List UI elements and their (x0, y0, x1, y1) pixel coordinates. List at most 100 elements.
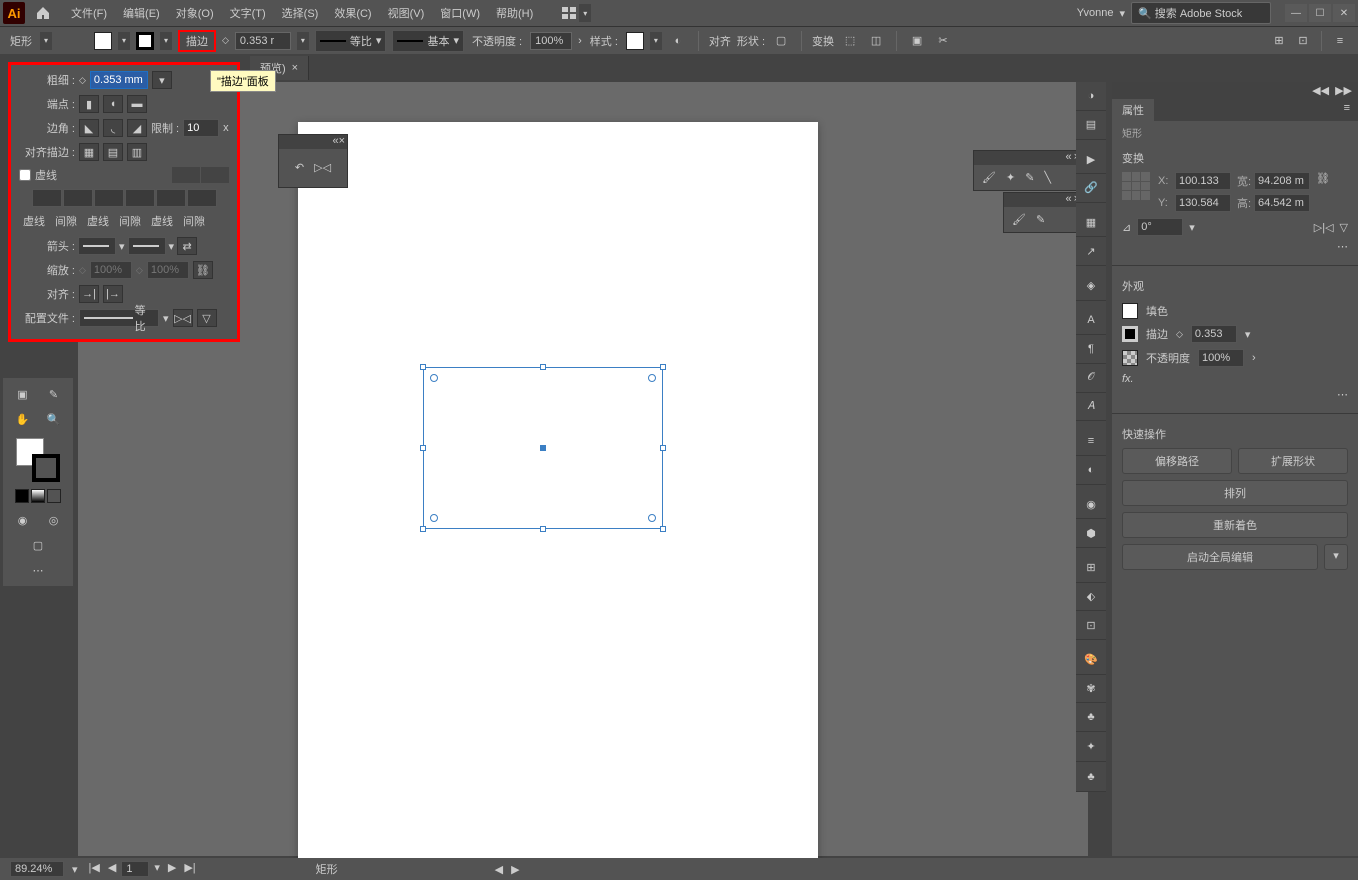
menu-effect[interactable]: 效果(C) (326, 1, 379, 25)
properties-tab[interactable]: 属性 (1112, 99, 1154, 121)
menu-help[interactable]: 帮助(H) (488, 1, 541, 25)
fill-stroke-control[interactable] (16, 438, 60, 482)
last-page[interactable]: ▶| (181, 861, 198, 877)
menu-view[interactable]: 视图(V) (380, 1, 433, 25)
collapse-icon[interactable]: « (1065, 193, 1071, 207)
line-icon[interactable]: ╲ (1044, 171, 1051, 184)
w-input[interactable] (1254, 172, 1310, 190)
arrow-end[interactable] (128, 237, 166, 255)
flip-v-icon[interactable]: ▽ (1340, 221, 1348, 234)
flip-across[interactable]: ▽ (197, 309, 217, 327)
brush-dropdown[interactable]: 基本▾ (392, 30, 464, 52)
draw-normal[interactable]: ◉ (8, 508, 38, 532)
align-center[interactable]: ▦ (79, 143, 99, 161)
dash-3[interactable] (156, 189, 186, 207)
opacity-input[interactable] (530, 32, 572, 50)
fill-swatch-prop[interactable] (1122, 303, 1138, 319)
weight-input[interactable] (90, 71, 148, 89)
tab-close-icon[interactable]: × (292, 62, 298, 74)
arrange-docs-icon[interactable] (559, 3, 579, 23)
color-panel-icon[interactable]: ◑ (1076, 82, 1106, 111)
reference-point[interactable] (1122, 172, 1150, 200)
style-swatch[interactable] (626, 32, 644, 50)
transform-label[interactable]: 变换 (812, 33, 834, 49)
stroke-label[interactable]: 描边 (1146, 326, 1168, 342)
stroke-link[interactable]: 描边 (178, 30, 216, 52)
arrange-dropdown[interactable]: ▾ (579, 4, 591, 22)
opentype-icon[interactable]: 𝒪 (1076, 364, 1106, 393)
color-guide-icon[interactable]: ▤ (1076, 111, 1106, 140)
h-input[interactable] (1254, 194, 1310, 212)
color-mode-solid[interactable] (15, 489, 29, 503)
links-icon[interactable]: 🔗 (1076, 174, 1106, 203)
align-outside[interactable]: ▥ (127, 143, 147, 161)
stroke-dropdown[interactable]: ▾ (160, 32, 172, 50)
flip-h-icon[interactable]: ▷|◁ (1314, 221, 1334, 234)
gradient-icon[interactable]: ▦ (1076, 209, 1106, 238)
stroke-swatch-prop[interactable] (1122, 326, 1138, 342)
offset-path-button[interactable]: 偏移路径 (1122, 448, 1232, 474)
type-icon[interactable]: A (1076, 306, 1106, 335)
recolor-button[interactable]: 重新着色 (1122, 512, 1348, 538)
dash-preserve[interactable] (172, 167, 200, 183)
cap-butt[interactable]: ▮ (79, 95, 99, 113)
dash-align[interactable] (201, 167, 229, 183)
corner-widget-tl[interactable] (430, 374, 438, 382)
color-mode-gradient[interactable] (31, 489, 45, 503)
style-dropdown[interactable]: ▾ (650, 32, 662, 50)
stroke-swatch[interactable] (136, 32, 154, 50)
dash-checkbox[interactable]: 虚线 (19, 167, 57, 183)
more-options-icon[interactable]: ⋯ (1337, 241, 1348, 253)
weight-dropdown[interactable]: ▾ (297, 32, 309, 50)
x-input[interactable] (1175, 172, 1231, 190)
brush-icon[interactable]: 🖌 (982, 171, 996, 184)
y-input[interactable] (1175, 194, 1231, 212)
menu-file[interactable]: 文件(F) (63, 1, 115, 25)
layers-icon[interactable]: ◈ (1076, 272, 1106, 301)
profile-dropdown[interactable]: 等比▾ (315, 30, 387, 52)
properties-dock-icon[interactable]: ▶ (1076, 145, 1106, 174)
scroll-right[interactable]: ▶ (511, 863, 519, 876)
shape-label2[interactable]: 形状 : (737, 33, 765, 49)
tool-eyedropper[interactable]: ✎ (39, 382, 69, 406)
handle-tr[interactable] (660, 364, 666, 370)
more-options-icon[interactable]: ⋯ (1337, 389, 1348, 401)
prefs-icon[interactable]: ≡ (1330, 31, 1350, 51)
corner-widget-bl[interactable] (430, 514, 438, 522)
brushes-dock-icon[interactable]: ✾ (1076, 675, 1106, 704)
collapse-left-icon[interactable]: ◀◀ (1312, 84, 1329, 97)
swatches-icon[interactable]: 🎨 (1076, 646, 1106, 675)
flip-along[interactable]: ▷◁ (173, 309, 193, 327)
corner-round[interactable]: ◟ (103, 119, 123, 137)
snap-icon[interactable]: ⊡ (1293, 31, 1313, 51)
align-inside[interactable]: ▤ (103, 143, 123, 161)
arrange-button[interactable]: 排列 (1122, 480, 1348, 506)
menu-object[interactable]: 对象(O) (168, 1, 222, 25)
close-button[interactable]: ✕ (1333, 4, 1355, 22)
gap-1[interactable] (63, 189, 93, 207)
fill-swatch[interactable] (94, 32, 112, 50)
scale2-input[interactable] (147, 261, 189, 279)
grid-icon[interactable]: ⊞ (1269, 31, 1289, 51)
symbols-icon[interactable]: ♣ (1076, 703, 1106, 732)
shape-dropdown[interactable]: ▾ (40, 32, 52, 50)
angle-input[interactable] (1137, 218, 1183, 236)
opacity-label-prop[interactable]: 不透明度 (1146, 350, 1190, 366)
cap-round[interactable]: ◖ (103, 95, 123, 113)
transparency-icon[interactable]: ◐ (1076, 456, 1106, 485)
arrow-swap[interactable]: ⇄ (177, 237, 197, 255)
opacity-swatch[interactable] (1122, 350, 1138, 366)
handle-ml[interactable] (420, 445, 426, 451)
arrow-start[interactable] (78, 237, 116, 255)
panel-menu-icon[interactable]: ≡ (1336, 99, 1358, 121)
stroke-val-input[interactable] (1191, 325, 1237, 343)
scroll-left[interactable]: ◀ (495, 863, 503, 876)
dash-1[interactable] (32, 189, 62, 207)
fx-label[interactable]: fx. (1122, 373, 1134, 385)
pathfinder-icon[interactable]: ⬖ (1076, 583, 1106, 612)
scale1-input[interactable] (90, 261, 132, 279)
color-mode-none[interactable] (47, 489, 61, 503)
tool-artboard[interactable]: ▣ (8, 382, 38, 406)
menu-select[interactable]: 选择(S) (274, 1, 327, 25)
handle-bm[interactable] (540, 526, 546, 532)
